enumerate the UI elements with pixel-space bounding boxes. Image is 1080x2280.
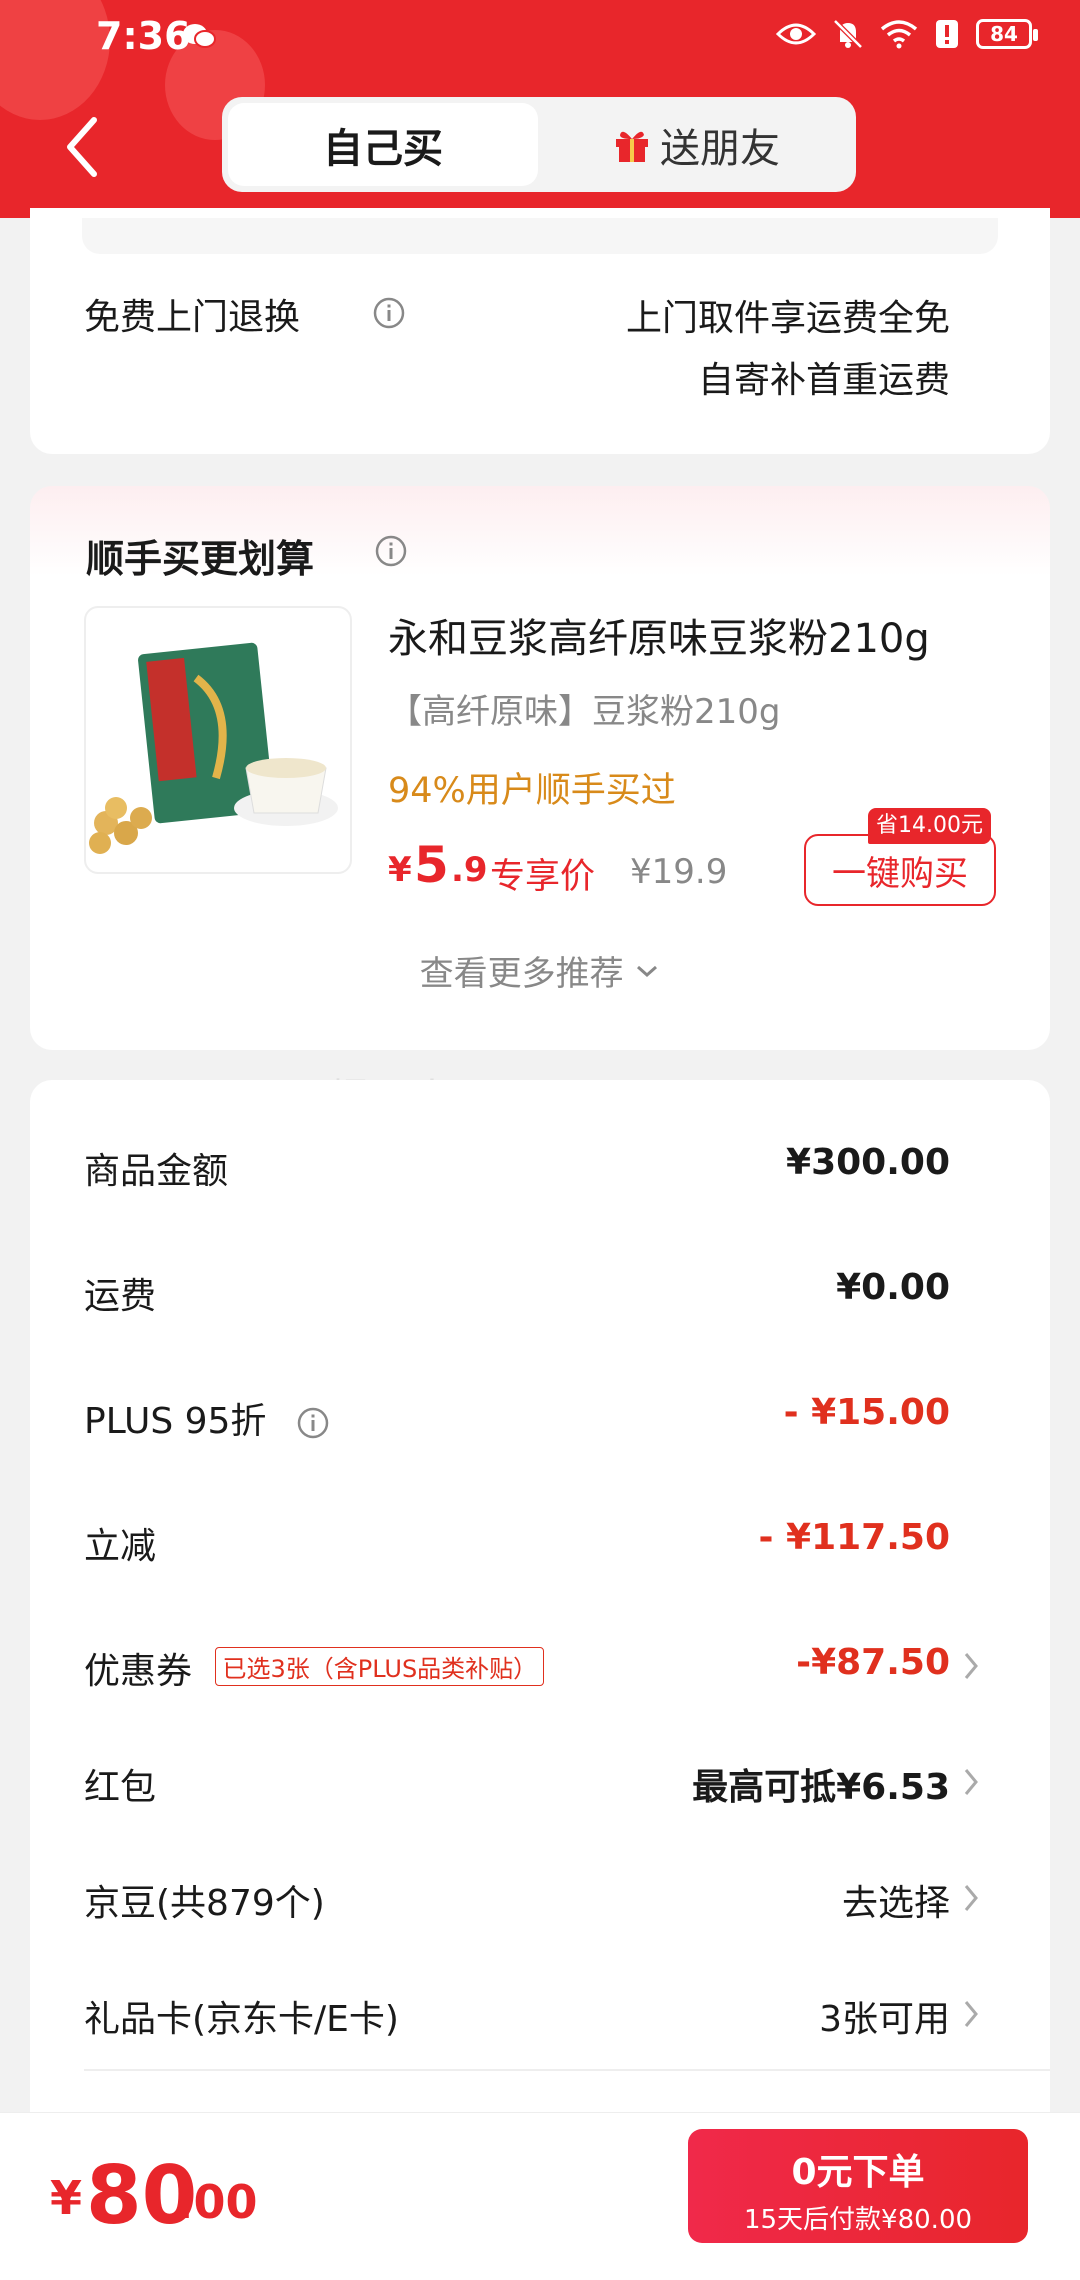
status-time: 7:36 [96,14,191,58]
red-packet-value: 最高可抵¥6.53 [692,1767,950,1808]
price-currency: ¥ [388,850,412,890]
return-service-details: 上门取件享运费全免 自寄补首重运费 [626,288,950,412]
jd-beans-value: 去选择 [841,1883,950,1924]
coupon-tag: 已选3张（含PLUS品类补贴） [215,1647,545,1686]
battery-icon: 84 [976,19,1038,49]
checkout-bar: ¥ 80 .00 0元下单 15天后付款¥80.00 [0,2112,1080,2280]
recommend-card: 顺手买更划算 永和豆浆高纤原味豆浆粉210g 【高纤原味】豆浆粉210g 94%… [30,486,1050,1050]
shipping-value: ¥0.00 [836,1267,950,1308]
goods-amount-row: 商品金额 ¥300.00 [30,1142,1050,1202]
product-name[interactable]: 永和豆浆高纤原味豆浆粉210g [388,606,930,664]
place-order-button[interactable]: 0元下单 15天后付款¥80.00 [688,2129,1028,2243]
price-breakdown-card: 商品金额 ¥300.00 运费 ¥0.00 PLUS 95折 - ¥15.00 … [30,1080,1050,2160]
return-service-label: 免费上门退换 [84,297,301,338]
purchase-mode-switch: 自己买 送朋友 [222,97,856,192]
gift-card-row[interactable]: 礼品卡(京东卡/E卡) 3张可用 [30,1990,1050,2050]
coupon-row[interactable]: 优惠券 已选3张（含PLUS品类补贴） -¥87.50 [30,1642,1050,1702]
jd-beans-label: 京豆(共879个) [84,1883,325,1924]
total-decimal: .00 [176,2175,258,2229]
more-recommendations-label: 查看更多推荐 [419,954,624,994]
goods-amount-value: ¥300.00 [786,1142,950,1183]
save-badge: 省14.00元 [868,808,991,844]
wechat-icon [183,24,216,48]
instant-discount-row: 立减 - ¥117.50 [30,1517,1050,1577]
original-price: ¥19.9 [630,852,728,892]
wifi-icon [880,20,918,49]
place-order-label: 0元下单 [791,2152,925,2193]
info-icon[interactable] [296,1406,330,1440]
back-arrow-icon[interactable] [58,112,108,182]
product-spec: 【高纤原味】豆浆粉210g [388,692,781,732]
chevron-down-icon [637,965,658,978]
gift-card-value: 3张可用 [819,1999,950,2040]
price-decimal: .9 [451,850,488,890]
chevron-right-icon [964,1885,978,1911]
gift-icon [616,131,648,162]
recommend-title: 顺手买更划算 [86,537,315,581]
tab-self-buy-label: 自己买 [323,125,443,172]
tab-self-buy[interactable]: 自己买 [228,103,538,186]
exclusive-price-label: 专享价 [490,857,596,897]
more-recommendations-link[interactable]: 查看更多推荐 [30,946,1050,995]
sim-alert-icon [936,20,958,48]
return-service-line2: 自寄补首重运费 [697,360,950,401]
return-service-card: 免费上门退换 上门取件享运费全免 自寄补首重运费 [30,208,1050,454]
coupon-label: 优惠券 [84,1651,193,1692]
instant-discount-label: 立减 [84,1526,157,1567]
gift-card-label: 礼品卡(京东卡/E卡) [84,1999,399,2040]
header: 7:36 84 自己买 送朋友 [0,0,1080,218]
shipping-label: 运费 [84,1276,157,1317]
status-bar: 7:36 84 [0,0,1080,72]
info-icon[interactable] [374,534,408,568]
tab-gift-friend-label: 送朋友 [660,125,780,172]
coupon-value: -¥87.50 [796,1642,950,1683]
plus-discount-value: - ¥15.00 [783,1392,950,1433]
plus-discount-text: PLUS 95折 [84,1401,267,1442]
red-packet-label: 红包 [84,1767,157,1808]
price-integer: 5 [414,836,449,894]
info-icon[interactable] [372,296,406,330]
one-click-buy-label: 一键购买 [832,853,968,894]
jd-beans-row[interactable]: 京豆(共879个) 去选择 [30,1874,1050,1934]
chevron-right-icon [964,1769,978,1795]
divider [84,2069,1050,2071]
chevron-right-icon [964,2001,978,2027]
plus-discount-row: PLUS 95折 - ¥15.00 [30,1392,1050,1452]
soymilk-product-icon [89,642,338,854]
tab-gift-friend[interactable]: 送朋友 [542,103,850,186]
return-service-line1: 上门取件享运费全免 [625,298,950,339]
shipping-row: 运费 ¥0.00 [30,1267,1050,1327]
mute-bell-icon [833,19,863,49]
red-packet-row[interactable]: 红包 最高可抵¥6.53 [30,1758,1050,1818]
instant-discount-value: - ¥117.50 [758,1517,950,1558]
product-image[interactable] [84,606,352,874]
pay-later-note: 15天后付款¥80.00 [743,2205,973,2235]
total-currency: ¥ [50,2171,83,2225]
card-top-edge [82,218,998,254]
coupon-label-group: 优惠券 已选3张（含PLUS品类补贴） [84,1642,545,1694]
plus-discount-label: PLUS 95折 [84,1392,330,1444]
chevron-right-icon [964,1653,978,1679]
eye-icon [776,23,816,45]
users-bought-text: 94%用户顺手买过 [388,771,676,811]
one-click-buy-button[interactable]: 一键购买 [804,834,996,906]
goods-amount-label: 商品金额 [84,1151,229,1192]
